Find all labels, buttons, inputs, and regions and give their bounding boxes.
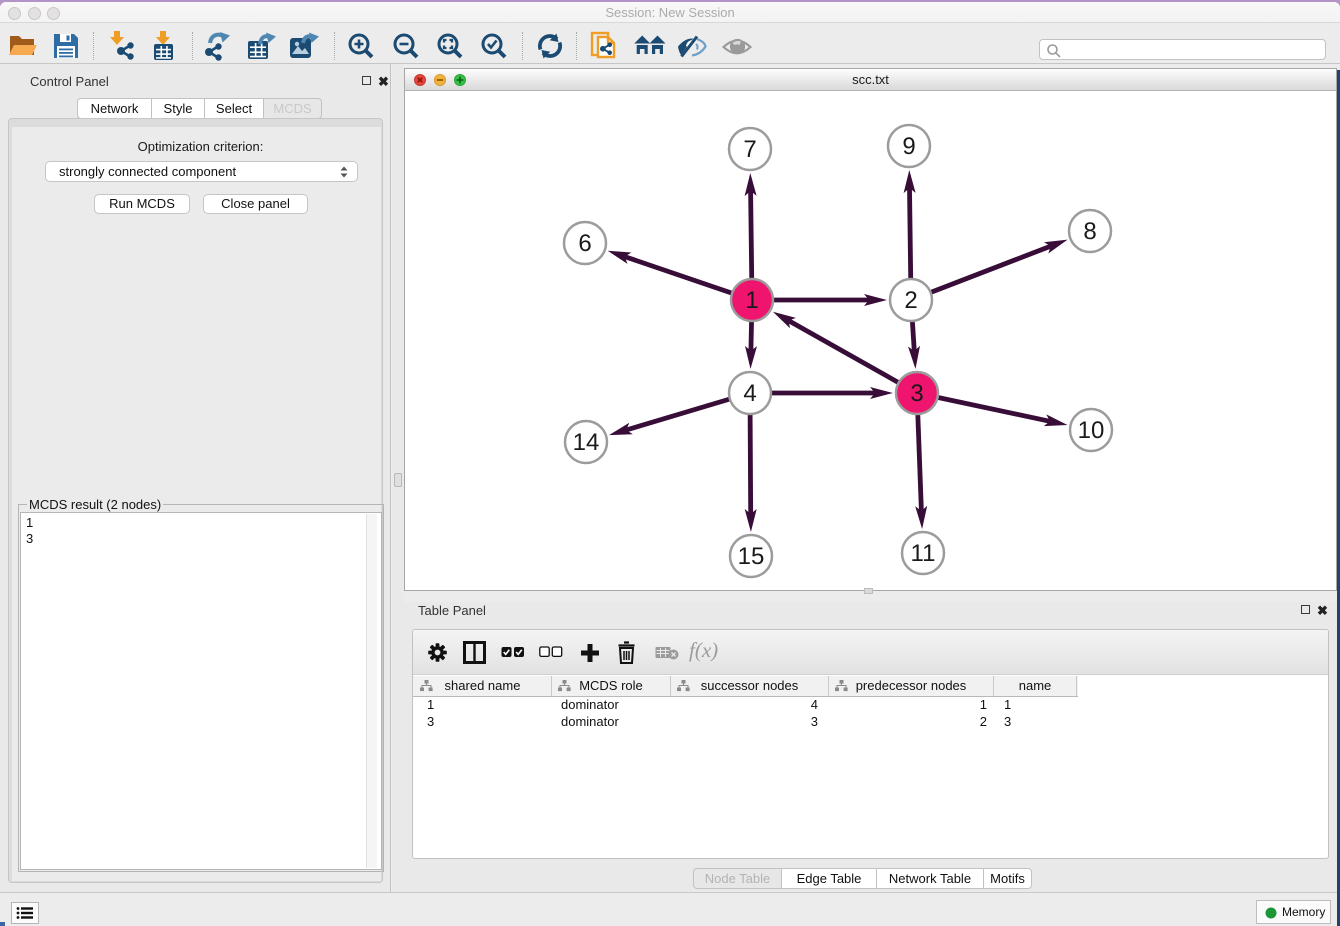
svg-text:14: 14 [573,429,600,456]
svg-text:1: 1 [745,287,758,314]
svg-text:9: 9 [902,133,915,160]
svg-text:3: 3 [910,380,923,407]
svg-text:6: 6 [578,230,591,257]
svg-text:7: 7 [743,136,756,163]
svg-text:10: 10 [1078,417,1105,444]
svg-text:15: 15 [738,543,765,570]
svg-text:8: 8 [1083,218,1096,245]
svg-text:2: 2 [904,287,917,314]
svg-text:4: 4 [743,380,756,407]
svg-text:11: 11 [911,540,936,567]
